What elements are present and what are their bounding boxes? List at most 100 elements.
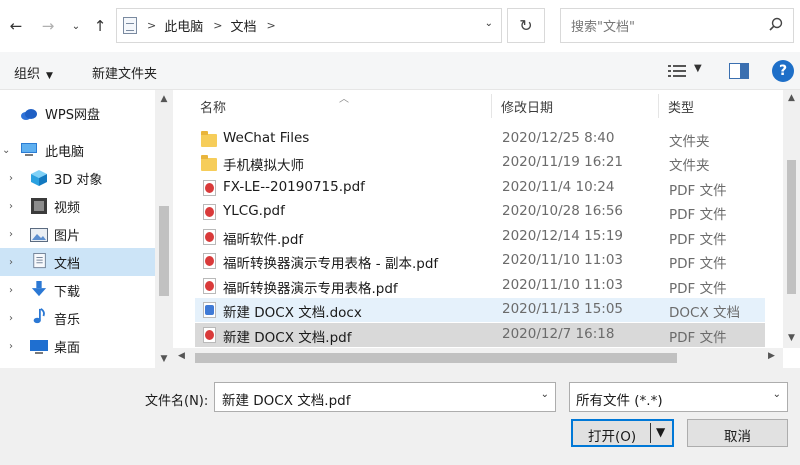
nav-scroll-thumb[interactable] <box>159 206 169 296</box>
organize-button[interactable]: 组织 ▼ <box>14 63 53 82</box>
scroll-right-icon[interactable]: ▶ <box>768 351 775 361</box>
address-bar-row: ← → ⌄ ↑ > 此电脑 > 文档 > ⌄ ↻ 搜索"文档" <box>0 0 800 52</box>
nav-item-label: 3D 对象 <box>54 172 103 188</box>
forward-arrow-icon[interactable]: → <box>38 16 58 36</box>
nav-item-label: 下载 <box>54 284 81 300</box>
breadcrumb-documents[interactable]: 文档 <box>230 16 256 35</box>
open-options-dropdown-icon[interactable]: ▼ <box>656 425 665 439</box>
view-options-caret-icon[interactable]: ▼ <box>694 63 702 74</box>
refresh-icon: ↻ <box>519 16 533 35</box>
scroll-up-icon[interactable]: ▲ <box>155 94 173 104</box>
file-date: 2020/12/7 16:18 <box>502 326 615 342</box>
file-date: 2020/11/19 16:21 <box>502 154 624 170</box>
file-row[interactable]: WeChat Files 2020/12/25 8:40 文件夹 <box>195 127 765 151</box>
cancel-button[interactable]: 取消 <box>687 419 788 447</box>
file-list: ︿ 名称 修改日期 类型 WeChat Files 2020/12/25 8:4… <box>173 90 800 368</box>
file-row[interactable]: YLCG.pdf 2020/10/28 16:56 PDF 文件 <box>195 200 765 224</box>
collapsed-chevron-icon[interactable]: › <box>9 313 13 324</box>
picture-icon <box>30 228 48 242</box>
scroll-left-icon[interactable]: ◀ <box>178 351 185 361</box>
vertical-scroll-thumb[interactable] <box>787 160 796 294</box>
collapsed-chevron-icon[interactable]: › <box>9 201 13 212</box>
pdf-file-icon <box>203 180 216 196</box>
pdf-file-icon <box>203 253 216 269</box>
file-list-horizontal-scrollbar[interactable]: ◀ ▶ <box>173 348 783 368</box>
chevron-down-icon[interactable]: ⌄ <box>773 389 781 400</box>
column-header-date[interactable]: 修改日期 <box>501 90 661 122</box>
breadcrumb-separator-icon[interactable]: > <box>266 19 275 32</box>
scroll-up-icon[interactable]: ▲ <box>783 93 800 103</box>
scroll-down-icon[interactable]: ▼ <box>783 333 800 343</box>
filename-label: 文件名(N): <box>145 394 209 409</box>
column-divider[interactable] <box>658 94 659 118</box>
help-icon[interactable]: ? <box>772 60 794 82</box>
file-row[interactable]: 福昕转换器演示专用表格 - 副本.pdf 2020/11/10 11:03 PD… <box>195 249 765 273</box>
refresh-button[interactable]: ↻ <box>507 8 545 43</box>
music-icon <box>33 308 45 324</box>
collapsed-chevron-icon[interactable]: › <box>9 285 13 296</box>
organize-label: 组织 <box>14 67 41 82</box>
file-type-filter-select[interactable]: 所有文件 (*.*) ⌄ <box>569 382 788 412</box>
search-input[interactable]: 搜索"文档" <box>560 8 794 43</box>
back-arrow-icon[interactable]: ← <box>6 16 26 36</box>
folder-icon <box>201 155 217 171</box>
horizontal-scroll-thumb[interactable] <box>195 353 677 363</box>
file-type: 文件夹 <box>669 134 710 150</box>
file-name: YLCG.pdf <box>223 203 285 219</box>
file-row[interactable]: 手机模拟大师 2020/11/19 16:21 文件夹 <box>195 151 765 175</box>
dialog-footer: 文件名(N): 新建 DOCX 文档.pdf ⌄ 所有文件 (*.*) ⌄ 打开… <box>0 368 800 465</box>
file-row-hovered[interactable]: 新建 DOCX 文档.docx 2020/11/13 15:05 DOCX 文档 <box>195 298 765 322</box>
nav-item-videos[interactable]: › 视频 <box>0 192 155 220</box>
organize-caret-icon: ▼ <box>46 71 53 81</box>
nav-item-desktop[interactable]: › 桌面 <box>0 332 155 360</box>
nav-item-this-pc[interactable]: ⌄ 此电脑 <box>0 136 155 164</box>
nav-item-3d-objects[interactable]: › 3D 对象 <box>0 164 155 192</box>
file-row[interactable]: 福昕软件.pdf 2020/12/14 15:19 PDF 文件 <box>195 225 765 249</box>
scroll-down-icon[interactable]: ▼ <box>155 354 173 364</box>
file-type: PDF 文件 <box>669 330 727 346</box>
open-button[interactable]: 打开(O) ▼ <box>571 419 674 447</box>
breadcrumb-separator-icon[interactable]: > <box>213 19 222 32</box>
pdf-file-icon <box>203 229 216 245</box>
collapsed-chevron-icon[interactable]: › <box>9 257 13 268</box>
nav-item-pictures[interactable]: › 图片 <box>0 220 155 248</box>
new-folder-button[interactable]: 新建文件夹 <box>92 63 157 82</box>
collapsed-chevron-icon[interactable]: › <box>9 173 13 184</box>
file-row[interactable]: 福昕转换器演示专用表格.pdf 2020/11/10 11:03 PDF 文件 <box>195 274 765 298</box>
nav-item-label: 图片 <box>54 228 81 244</box>
nav-item-label: WPS网盘 <box>45 107 100 123</box>
document-icon <box>33 253 46 269</box>
file-type: PDF 文件 <box>669 281 727 297</box>
nav-item-downloads[interactable]: › 下载 <box>0 276 155 304</box>
collapsed-chevron-icon[interactable]: › <box>9 341 13 352</box>
recent-locations-chevron-icon[interactable]: ⌄ <box>66 16 86 36</box>
file-list-vertical-scrollbar[interactable]: ▲ ▼ <box>783 90 800 348</box>
file-date: 2020/11/10 11:03 <box>502 252 624 268</box>
column-divider[interactable] <box>491 94 492 118</box>
search-placeholder: 搜索"文档" <box>571 20 635 35</box>
column-header-type[interactable]: 类型 <box>668 90 778 122</box>
file-row-selected[interactable]: 新建 DOCX 文档.pdf 2020/12/7 16:18 PDF 文件 <box>195 323 765 347</box>
filename-dropdown-icon[interactable]: ⌄ <box>541 389 549 400</box>
address-dropdown-icon[interactable]: ⌄ <box>485 18 493 29</box>
search-icon[interactable] <box>769 17 783 31</box>
view-options-icon[interactable] <box>668 64 686 78</box>
filename-field[interactable]: 新建 DOCX 文档.pdf ⌄ <box>214 382 556 412</box>
breadcrumb-separator-icon[interactable]: > <box>147 19 156 32</box>
file-type: DOCX 文档 <box>669 305 740 321</box>
address-box[interactable]: > 此电脑 > 文档 > ⌄ <box>116 8 502 43</box>
file-row[interactable]: FX-LE--20190715.pdf 2020/11/4 10:24 PDF … <box>195 176 765 200</box>
expanded-chevron-icon[interactable]: ⌄ <box>2 145 10 156</box>
preview-pane-icon[interactable] <box>729 63 749 79</box>
breadcrumb-this-pc[interactable]: 此电脑 <box>164 16 203 35</box>
collapsed-chevron-icon[interactable]: › <box>9 229 13 240</box>
nav-item-documents[interactable]: › 文档 <box>0 248 155 276</box>
column-header-name[interactable]: 名称 <box>200 90 495 122</box>
up-arrow-icon[interactable]: ↑ <box>90 16 110 36</box>
nav-item-wps-cloud[interactable]: WPS网盘 <box>0 99 155 127</box>
nav-scrollbar[interactable]: ▲ ▼ <box>155 90 173 368</box>
pdf-file-icon <box>203 327 216 343</box>
nav-item-music[interactable]: › 音乐 <box>0 304 155 332</box>
command-toolbar: 组织 ▼ 新建文件夹 ▼ ? <box>0 52 800 90</box>
file-name: 福昕转换器演示专用表格.pdf <box>223 281 398 297</box>
